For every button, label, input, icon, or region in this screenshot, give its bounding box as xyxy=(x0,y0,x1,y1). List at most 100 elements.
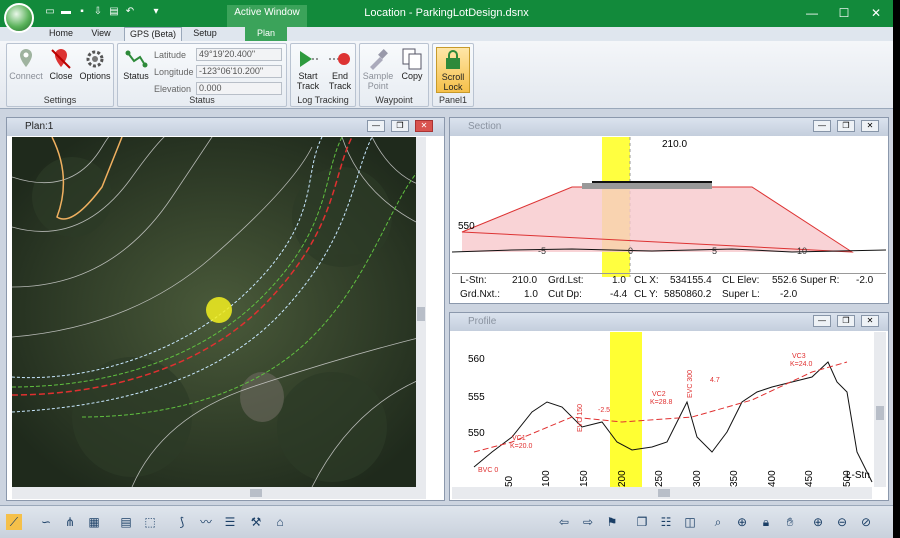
copy-icon xyxy=(402,48,422,70)
tools-icon[interactable]: ⚒ xyxy=(248,514,264,530)
scroll-lock-label: Scroll Lock xyxy=(441,72,465,92)
zoom-out-icon[interactable]: ⊖ xyxy=(834,514,850,530)
panel1-group: Scroll Lock Panel1 xyxy=(432,43,474,107)
data-label: Grd.Nxt.: xyxy=(460,289,501,300)
section-offset-label: 5 xyxy=(712,246,717,256)
x-tick-label: 350 xyxy=(729,470,740,487)
x-tick-label: 50 xyxy=(504,475,515,487)
layout-icon[interactable]: ▤ xyxy=(118,514,134,530)
lock-icon xyxy=(446,50,460,69)
tab-home[interactable]: Home xyxy=(42,27,80,41)
curve-icon[interactable]: ⟆ xyxy=(174,514,190,530)
section-minimize-icon[interactable]: — xyxy=(813,120,831,132)
zoom-in-icon[interactable]: ⊕ xyxy=(810,514,826,530)
waypoint-group: Sample Point Copy Waypoint xyxy=(359,43,429,107)
y-tick-label: 560 xyxy=(468,354,485,365)
profile-tool-icon[interactable]: ∽ xyxy=(38,514,54,530)
profile-annotation: VC2 xyxy=(652,391,666,398)
section-view[interactable]: 210.0 550 -5 0 5 10 xyxy=(452,137,886,277)
status-button[interactable]: Status xyxy=(120,47,152,91)
start-track-label: Start Track xyxy=(296,71,320,91)
building-icon[interactable]: ⌂ xyxy=(272,514,288,530)
lock-view-icon[interactable]: 🔒︎ xyxy=(758,514,774,530)
data-value: 5850860.2 xyxy=(664,289,712,300)
tile-horizontal-icon[interactable]: ☷ xyxy=(658,514,674,530)
hand-pan-icon[interactable]: ✋︎ xyxy=(782,514,798,530)
x-tick-label: 200 xyxy=(617,470,628,487)
section-restore-icon[interactable]: ❐ xyxy=(837,120,855,132)
profile-annotation: K=28.8 xyxy=(650,399,672,406)
copy-button[interactable]: Copy xyxy=(396,47,428,91)
profile-annotation: BVC 0 xyxy=(478,467,498,474)
status-label: Status xyxy=(123,71,149,81)
zoom-extents-icon[interactable]: ⊘ xyxy=(858,514,874,530)
window-title: Location - ParkingLotDesign.dsnx xyxy=(364,7,529,19)
scroll-lock-button[interactable]: Scroll Lock xyxy=(436,47,470,93)
app-logo-icon[interactable] xyxy=(4,3,34,33)
elevation-field[interactable]: 0.000 xyxy=(196,82,282,95)
plan-minimize-icon[interactable]: — xyxy=(367,120,385,132)
connect-label: Connect xyxy=(9,71,43,81)
profile-horizontal-scrollbar[interactable] xyxy=(452,487,872,499)
connect-button[interactable]: Connect xyxy=(9,47,43,91)
ribbon-tabs: Home View GPS (Beta) Setup Plan xyxy=(0,27,893,41)
panel1-group-label: Panel1 xyxy=(438,95,468,105)
list-icon[interactable]: ☰ xyxy=(222,514,238,530)
x-tick-label: 100 xyxy=(541,470,552,487)
plan-horizontal-scrollbar[interactable] xyxy=(12,487,426,499)
3d-box-icon[interactable]: ⬚ xyxy=(142,514,158,530)
section-tool-icon[interactable]: ⋔ xyxy=(62,514,78,530)
options-button[interactable]: Options xyxy=(78,47,112,91)
end-track-icon xyxy=(329,53,350,65)
tab-gps[interactable]: GPS (Beta) xyxy=(124,27,182,41)
elevation-label: Elevation xyxy=(154,84,192,94)
tab-view[interactable]: View xyxy=(84,27,118,41)
start-track-button[interactable]: Start Track xyxy=(292,47,324,91)
plan-map[interactable] xyxy=(12,137,426,487)
plan-restore-icon[interactable]: ❐ xyxy=(391,120,409,132)
x-tick-label: 450 xyxy=(804,470,815,487)
data-value: 1.0 xyxy=(524,289,538,300)
profile-minimize-icon[interactable]: — xyxy=(813,315,831,327)
profile-annotation: K=20.0 xyxy=(510,443,532,450)
cascade-windows-icon[interactable]: ❐ xyxy=(634,514,650,530)
pan-left-icon[interactable]: ⇦ xyxy=(556,514,572,530)
alignment-icon[interactable]: ⟋ xyxy=(6,514,22,530)
pan-right-icon[interactable]: ⇨ xyxy=(580,514,596,530)
profile-close-icon[interactable]: ✕ xyxy=(861,315,879,327)
close-icon[interactable]: ✕ xyxy=(868,5,884,21)
profile-annotation: -2.5 xyxy=(598,407,610,414)
wave-icon[interactable]: 〰 xyxy=(198,514,214,530)
section-close-icon[interactable]: ✕ xyxy=(861,120,879,132)
sample-point-button[interactable]: Sample Point xyxy=(362,47,394,91)
profile-view[interactable]: 560 555 550 VC1 K=20.0 VC2 K=28.8 VC3 K=… xyxy=(452,332,886,487)
gps-position-marker xyxy=(206,297,232,323)
maximize-icon[interactable]: ☐ xyxy=(836,5,852,21)
settings-group: Connect Close Options Settings xyxy=(6,43,114,107)
latitude-field[interactable]: 49°19'20.400" xyxy=(196,48,282,61)
close-gps-button[interactable]: Close xyxy=(44,47,78,91)
tab-plan[interactable]: Plan xyxy=(245,27,287,41)
end-track-button[interactable]: End Track xyxy=(324,47,356,91)
data-value: -2.0 xyxy=(856,275,874,286)
minimize-icon[interactable]: — xyxy=(804,5,820,21)
data-value: 552.6 xyxy=(772,275,798,286)
table-icon[interactable]: ▦ xyxy=(86,514,102,530)
zoom-window-icon[interactable]: ⊕ xyxy=(734,514,750,530)
data-label: Super L: xyxy=(722,289,760,300)
profile-annotation: K=24.0 xyxy=(790,361,812,368)
flag-icon[interactable]: ⚑ xyxy=(604,514,620,530)
section-offset-label: 0 xyxy=(628,246,633,256)
data-label: CL Y: xyxy=(634,289,658,300)
zoom-icon[interactable]: ⌕ xyxy=(710,514,726,530)
status-group: Status Latitude 49°19'20.400" Longitude … xyxy=(117,43,287,107)
tab-setup[interactable]: Setup xyxy=(186,27,224,41)
longitude-field[interactable]: -123°06'10.200" xyxy=(196,65,282,78)
y-tick-label: 550 xyxy=(468,428,485,439)
data-value: 210.0 xyxy=(512,275,538,286)
options-label: Options xyxy=(79,71,111,81)
tile-vertical-icon[interactable]: ◫ xyxy=(682,514,698,530)
profile-restore-icon[interactable]: ❐ xyxy=(837,315,855,327)
x-tick-label: 400 xyxy=(767,470,778,487)
plan-close-icon[interactable]: ✕ xyxy=(415,120,433,132)
